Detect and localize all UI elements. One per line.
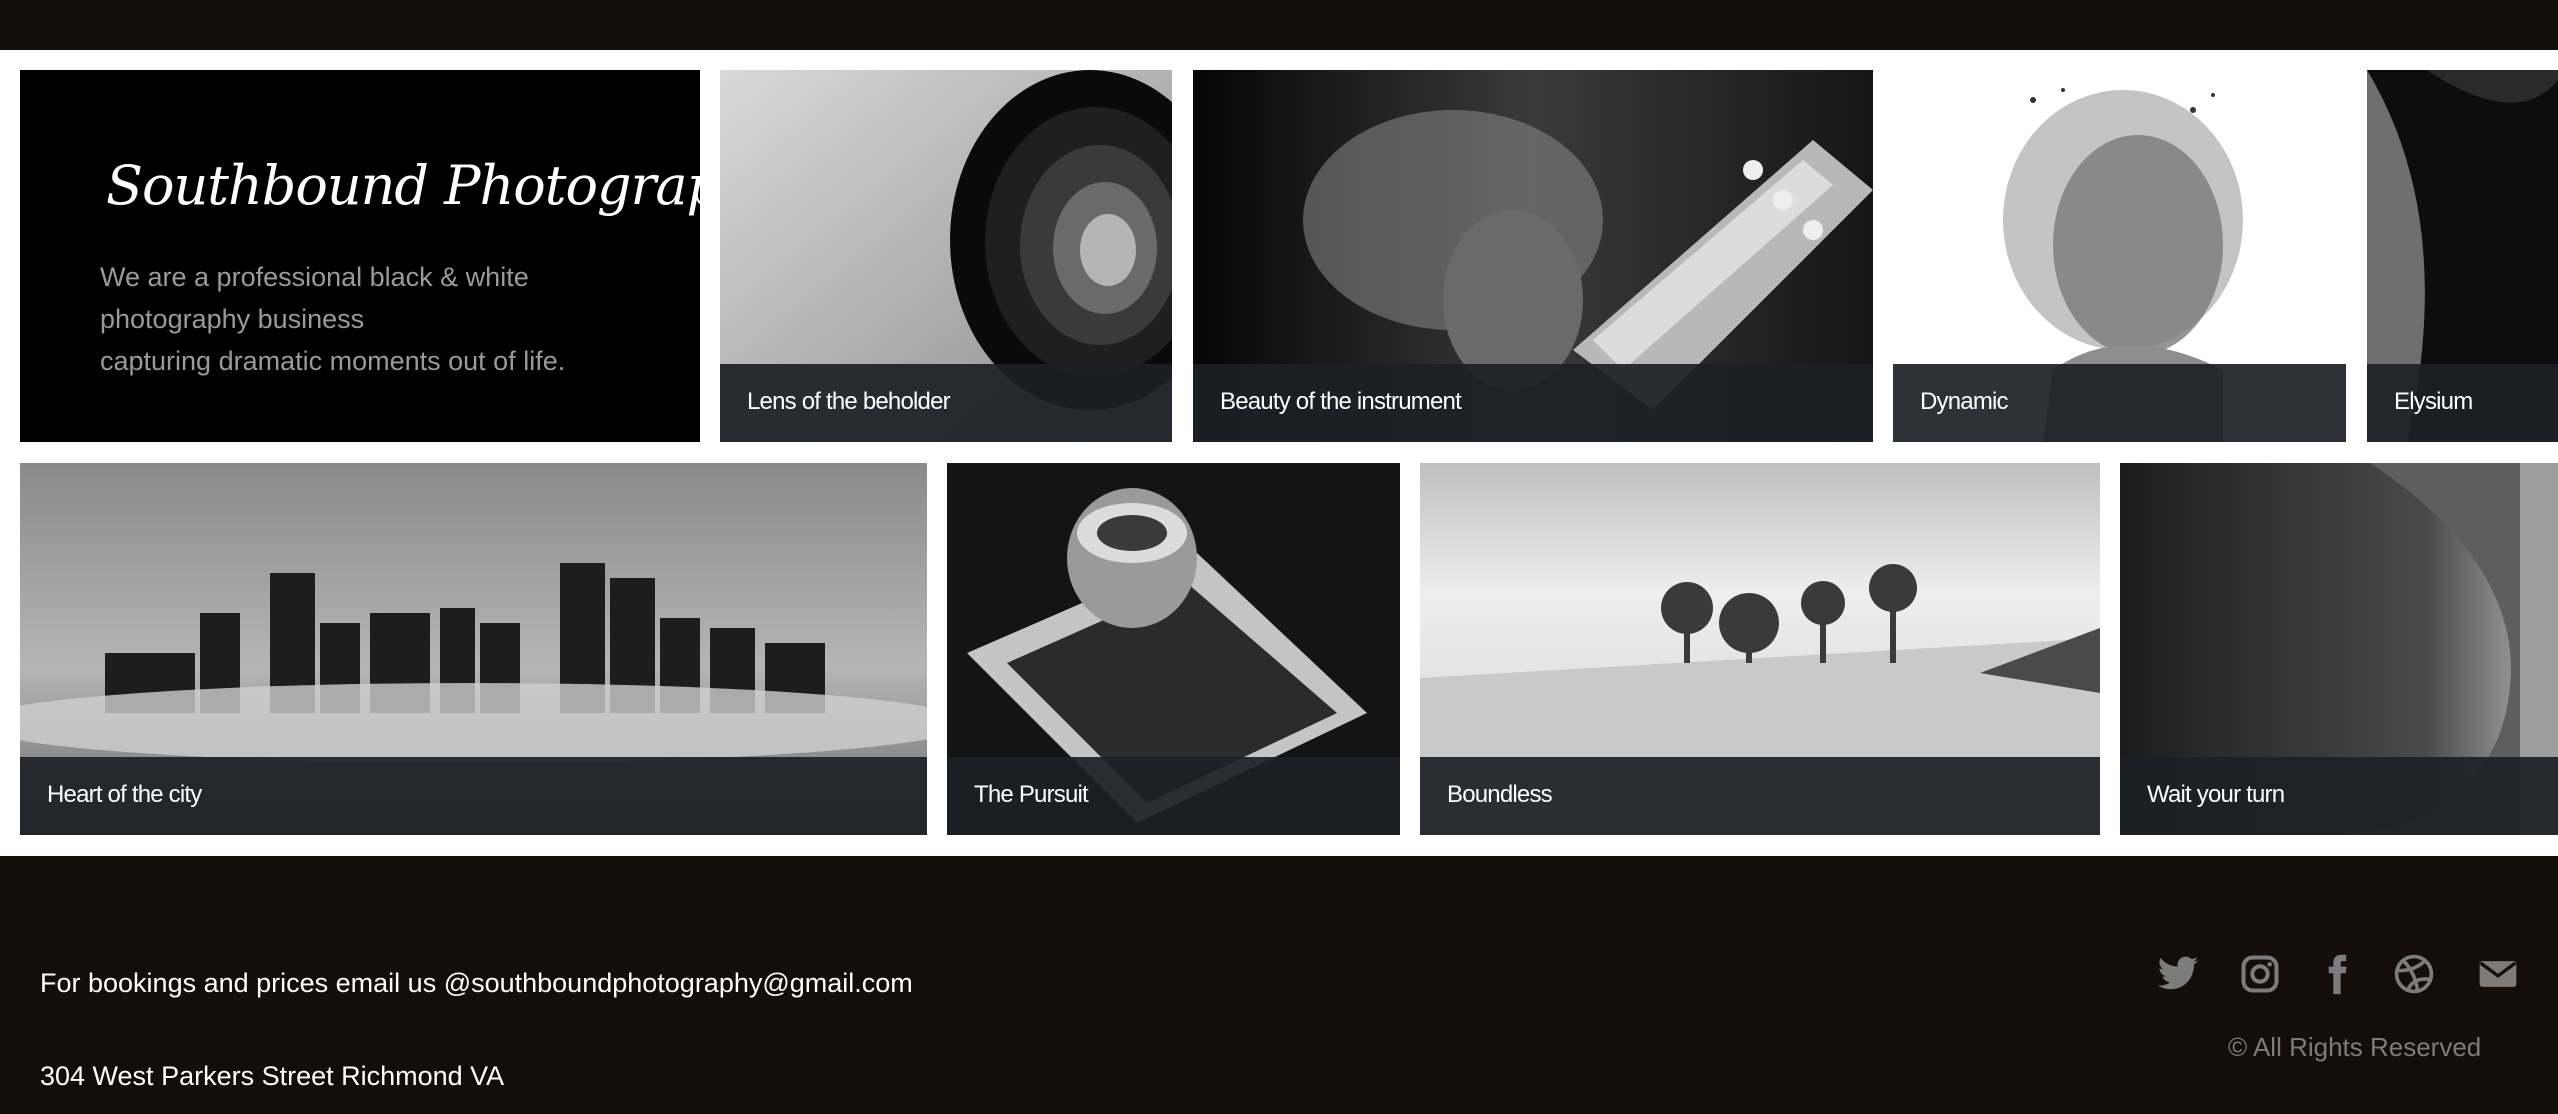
dribbble-icon[interactable]: [2392, 952, 2436, 996]
dribbble-glyph: [2394, 954, 2434, 994]
footer: For bookings and prices email us @southb…: [0, 856, 2558, 1114]
gallery-tile-lens[interactable]: Lens of the beholder: [720, 70, 1172, 442]
intro-line: capturing dramatic moments out of life.: [100, 346, 566, 376]
tile-caption-text: Lens of the beholder: [747, 388, 951, 415]
email-glyph: [2479, 961, 2517, 987]
tile-caption: Heart of the city: [20, 757, 927, 835]
photo-gallery: Southbound Photography We are a professi…: [0, 50, 2558, 856]
address-text: 304 West Parkers Street Richmond VA: [40, 1061, 505, 1091]
tile-caption-text: Wait your turn: [2147, 781, 2285, 808]
facebook-icon[interactable]: [2315, 952, 2359, 996]
tile-caption: The Pursuit: [947, 757, 1400, 835]
tile-caption-text: Heart of the city: [47, 781, 202, 808]
gallery-tile-boundless[interactable]: Boundless: [1420, 463, 2100, 835]
tile-caption-text: The Pursuit: [974, 781, 1089, 808]
gallery-tile-city[interactable]: Heart of the city: [20, 463, 927, 835]
email-icon[interactable]: [2476, 952, 2520, 996]
instagram-glyph: [2241, 955, 2279, 993]
intro-description: We are a professional black & white phot…: [100, 256, 660, 382]
intro-panel: Southbound Photography We are a professi…: [20, 70, 784, 442]
gallery-tile-dynamic[interactable]: Dynamic: [1893, 70, 2346, 442]
tile-caption: Elysium: [2367, 364, 2558, 442]
tile-caption: Beauty of the instrument: [1193, 364, 1873, 442]
twitter-icon[interactable]: [2156, 952, 2200, 996]
intro-line: photography business: [100, 304, 365, 334]
intro-line: We are a professional black & white: [100, 262, 529, 292]
tile-caption: Wait your turn: [2120, 757, 2558, 835]
instagram-icon[interactable]: [2238, 952, 2282, 996]
tile-caption: Boundless: [1420, 757, 2100, 835]
gallery-tile-elysium[interactable]: Elysium: [2367, 70, 2558, 442]
booking-email-text: For bookings and prices email us @southb…: [40, 968, 913, 998]
gallery-tile-wait[interactable]: Wait your turn: [2120, 463, 2558, 835]
facebook-glyph: [2328, 954, 2347, 995]
gallery-tile-guitar[interactable]: Beauty of the instrument: [1193, 70, 1873, 442]
tile-caption-text: Elysium: [2394, 388, 2473, 415]
tile-caption-text: Beauty of the instrument: [1220, 388, 1462, 415]
tile-caption-text: Dynamic: [1920, 388, 2009, 415]
tile-caption-text: Boundless: [1447, 781, 1553, 808]
tile-caption: Lens of the beholder: [720, 364, 1172, 442]
tile-caption: Dynamic: [1893, 364, 2346, 442]
twitter-glyph: [2157, 956, 2199, 990]
site-title: Southbound Photography: [106, 154, 784, 217]
gallery-tile-camera[interactable]: The Pursuit: [947, 463, 1400, 835]
copyright-text: © All Rights Reserved: [2228, 1032, 2482, 1062]
top-bar: [0, 0, 2558, 50]
